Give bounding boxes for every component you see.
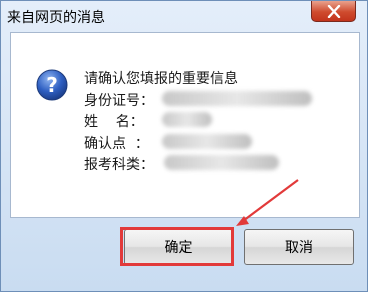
window-title: 来自网页的消息 [7,10,105,26]
field-label-id: 身份证号： [84,93,154,109]
field-label-category: 报考科类： [84,157,154,173]
redacted-value [162,134,252,149]
redacted-value [162,91,312,106]
title-bar[interactable]: 来自网页的消息 [1,1,367,31]
field-label-name: 姓 名： [84,114,144,130]
field-row-site: 确认点 ： [84,133,344,152]
svg-text:?: ? [46,73,58,97]
close-icon [327,5,341,18]
cancel-button[interactable]: 取消 [244,229,354,265]
message-panel: ? 请确认您填报的重要信息 身份证号： 姓 名： 确认点 ： 报考科类： [10,32,360,218]
field-row-name: 姓 名： [84,111,344,130]
field-row-id: 身份证号： [84,90,344,109]
question-icon: ? [36,69,68,101]
field-row-category: 报考科类： [84,154,344,173]
highlight-box [120,227,234,266]
close-button[interactable] [311,1,356,22]
message-heading: 请确认您填报的重要信息 [84,71,238,87]
redacted-value [164,155,279,170]
redacted-value [162,112,212,127]
field-label-site: 确认点 ： [84,136,149,152]
